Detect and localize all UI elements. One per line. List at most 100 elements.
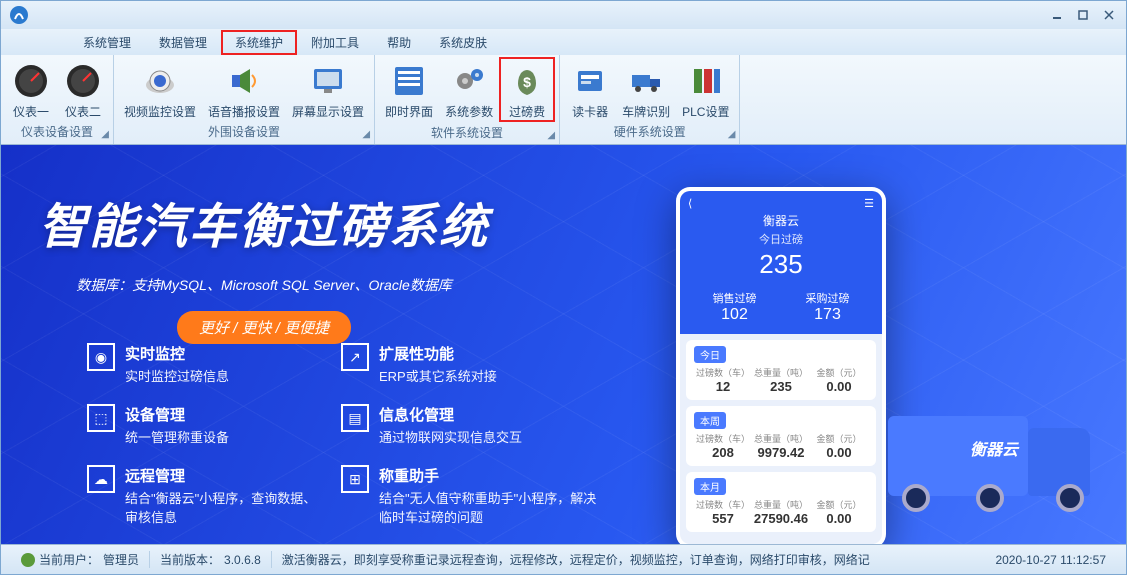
phone-stat-label: 采购过磅 — [781, 290, 874, 306]
phone-card-header: 总重量（吨） — [752, 498, 810, 511]
phone-mock: ⟨☰ 衡器云 今日过磅 235 销售过磅102采购过磅173 今日过磅数（车）1… — [676, 187, 886, 544]
info-icon: ▤ — [341, 404, 369, 432]
phone-app-title: 衡器云 — [688, 212, 874, 229]
ribbon-item[interactable]: 语音播报设置 — [202, 57, 286, 121]
ribbon-item[interactable]: PLC设置 — [676, 57, 735, 121]
ribbon-item-label: 仪表一 — [13, 103, 49, 120]
ribbon-item[interactable]: 屏幕显示设置 — [286, 57, 370, 121]
phone-card-value: 0.00 — [810, 445, 868, 460]
menu-item[interactable]: 系统皮肤 — [425, 30, 501, 55]
truck-icon — [626, 61, 666, 101]
feature-desc: 结合"衡器云"小程序，查询数据、审核信息 — [125, 490, 317, 526]
camera-icon — [140, 61, 180, 101]
feature-title: 实时监控 — [125, 343, 229, 364]
phone-card-value: 235 — [752, 379, 810, 394]
ribbon-item-label: 即时界面 — [385, 103, 433, 120]
status-user-label: 当前用户： — [39, 551, 99, 568]
phone-card-value: 208 — [694, 445, 752, 460]
gauge-icon — [63, 61, 103, 101]
ribbon-item-label: 车牌识别 — [622, 103, 670, 120]
dialog-launcher-icon[interactable]: ◢ — [362, 129, 370, 140]
feature-title: 称重助手 — [379, 465, 601, 486]
feature-item: ↗ 扩展性功能 ERP或其它系统对接 — [341, 343, 601, 386]
phone-card-value: 0.00 — [810, 511, 868, 526]
phone-card: 本月过磅数（车）557总重量（吨）27590.46金额（元）0.00 — [686, 472, 876, 532]
phone-card-value: 9979.42 — [752, 445, 810, 460]
ribbon-group-label: 硬件系统设置◢ — [560, 121, 739, 144]
ribbon-item-label: 读卡器 — [572, 103, 608, 120]
phone-card-header: 金额（元） — [810, 366, 868, 379]
svg-text:$: $ — [523, 74, 531, 90]
device-icon: ⬚ — [87, 404, 115, 432]
dialog-launcher-icon[interactable]: ◢ — [547, 130, 555, 141]
phone-card: 本周过磅数（车）208总重量（吨）9979.42金额（元）0.00 — [686, 406, 876, 466]
phone-card-header: 总重量（吨） — [752, 366, 810, 379]
ribbon-item[interactable]: 仪表二 — [57, 57, 109, 121]
remote-icon: ☁ — [87, 465, 115, 493]
monitor-icon — [308, 61, 348, 101]
ribbon-item[interactable]: 视频监控设置 — [118, 57, 202, 121]
phone-card-header: 金额（元） — [810, 432, 868, 445]
phone-card-value: 27590.46 — [752, 511, 810, 526]
ribbon-group: 即时界面系统参数 $过磅费软件系统设置◢ — [375, 55, 560, 144]
hero-badge: 更好 / 更快 / 更便捷 — [177, 311, 351, 344]
status-datetime: 2020-10-27 11:12:57 — [985, 553, 1116, 567]
ribbon-item[interactable]: 车牌识别 — [616, 57, 676, 121]
helper-icon: ⊞ — [341, 465, 369, 493]
menu-item[interactable]: 数据管理 — [145, 30, 221, 55]
ribbon-item-label: 屏幕显示设置 — [292, 103, 364, 120]
ribbon-item[interactable]: 即时界面 — [379, 57, 439, 122]
status-version: 当前版本： 3.0.6.8 — [150, 551, 272, 568]
ribbon-item-label: 系统参数 — [445, 103, 493, 120]
menu-item[interactable]: 帮助 — [373, 30, 425, 55]
ribbon-item[interactable]: $过磅费 — [499, 57, 555, 122]
truck-logo: 衡器云 — [970, 436, 1018, 460]
phone-card-header: 过磅数（车） — [694, 432, 752, 445]
menu-item[interactable]: 系统管理 — [69, 30, 145, 55]
phone-card-value: 557 — [694, 511, 752, 526]
content: 智能汽车衡过磅系统 数据库：支持MySQL、Microsoft SQL Serv… — [1, 145, 1126, 544]
app-icon — [9, 5, 29, 25]
phone-menu-icon: ☰ — [864, 197, 874, 210]
gears-icon — [449, 61, 489, 101]
status-user: 当前用户： 管理员 — [11, 551, 150, 568]
ribbon-item[interactable]: 系统参数 — [439, 57, 499, 122]
expand-icon: ↗ — [341, 343, 369, 371]
feature-item: ⬚设备管理统一管理称重设备 — [87, 404, 317, 447]
feature-desc: ERP或其它系统对接 — [379, 368, 497, 386]
phone-card-value: 12 — [694, 379, 752, 394]
phone-today-num: 235 — [688, 249, 874, 280]
feature-item: ⊞称重助手结合"无人值守称重助手"小程序，解决临时车过磅的问题 — [341, 465, 601, 526]
moneybag-icon: $ — [507, 61, 547, 101]
ribbon-item-label: 视频监控设置 — [124, 103, 196, 120]
ribbon-item[interactable]: 读卡器 — [564, 57, 616, 121]
minimize-button[interactable] — [1046, 6, 1068, 24]
phone-stat-num: 173 — [781, 306, 874, 324]
cardreader-icon — [570, 61, 610, 101]
ribbon-group-label: 软件系统设置◢ — [375, 122, 559, 145]
menu-item[interactable]: 附加工具 — [297, 30, 373, 55]
monitor-icon: ◉ — [87, 343, 115, 371]
feature-title: 信息化管理 — [379, 404, 522, 425]
feature-title: 扩展性功能 — [379, 343, 497, 364]
ribbon-item[interactable]: 仪表一 — [5, 57, 57, 121]
ribbon-group: 视频监控设置语音播报设置屏幕显示设置外围设备设置◢ — [114, 55, 375, 144]
phone-card-header: 总重量（吨） — [752, 432, 810, 445]
phone-card-header: 过磅数（车） — [694, 498, 752, 511]
menu-item[interactable]: 系统维护 — [221, 30, 297, 55]
hero-title: 智能汽车衡过磅系统 — [39, 187, 489, 257]
speaker-icon — [224, 61, 264, 101]
feature-desc: 统一管理称重设备 — [125, 429, 229, 447]
phone-stat-label: 销售过磅 — [688, 290, 781, 306]
ribbon-item-label: 仪表二 — [65, 103, 101, 120]
status-marquee: 激活衡器云，即刻享受称重记录远程查询，远程修改，远程定价，视频监控，订单查询，网… — [272, 551, 986, 568]
close-button[interactable] — [1098, 6, 1120, 24]
dialog-launcher-icon[interactable]: ◢ — [101, 129, 109, 140]
phone-card-period: 今日 — [694, 346, 726, 363]
statusbar: 当前用户： 管理员 当前版本： 3.0.6.8 激活衡器云，即刻享受称重记录远程… — [1, 544, 1126, 574]
maximize-button[interactable] — [1072, 6, 1094, 24]
phone-stat-num: 102 — [688, 306, 781, 324]
dialog-launcher-icon[interactable]: ◢ — [728, 129, 736, 140]
plc-icon — [686, 61, 726, 101]
feature-title: 远程管理 — [125, 465, 317, 486]
